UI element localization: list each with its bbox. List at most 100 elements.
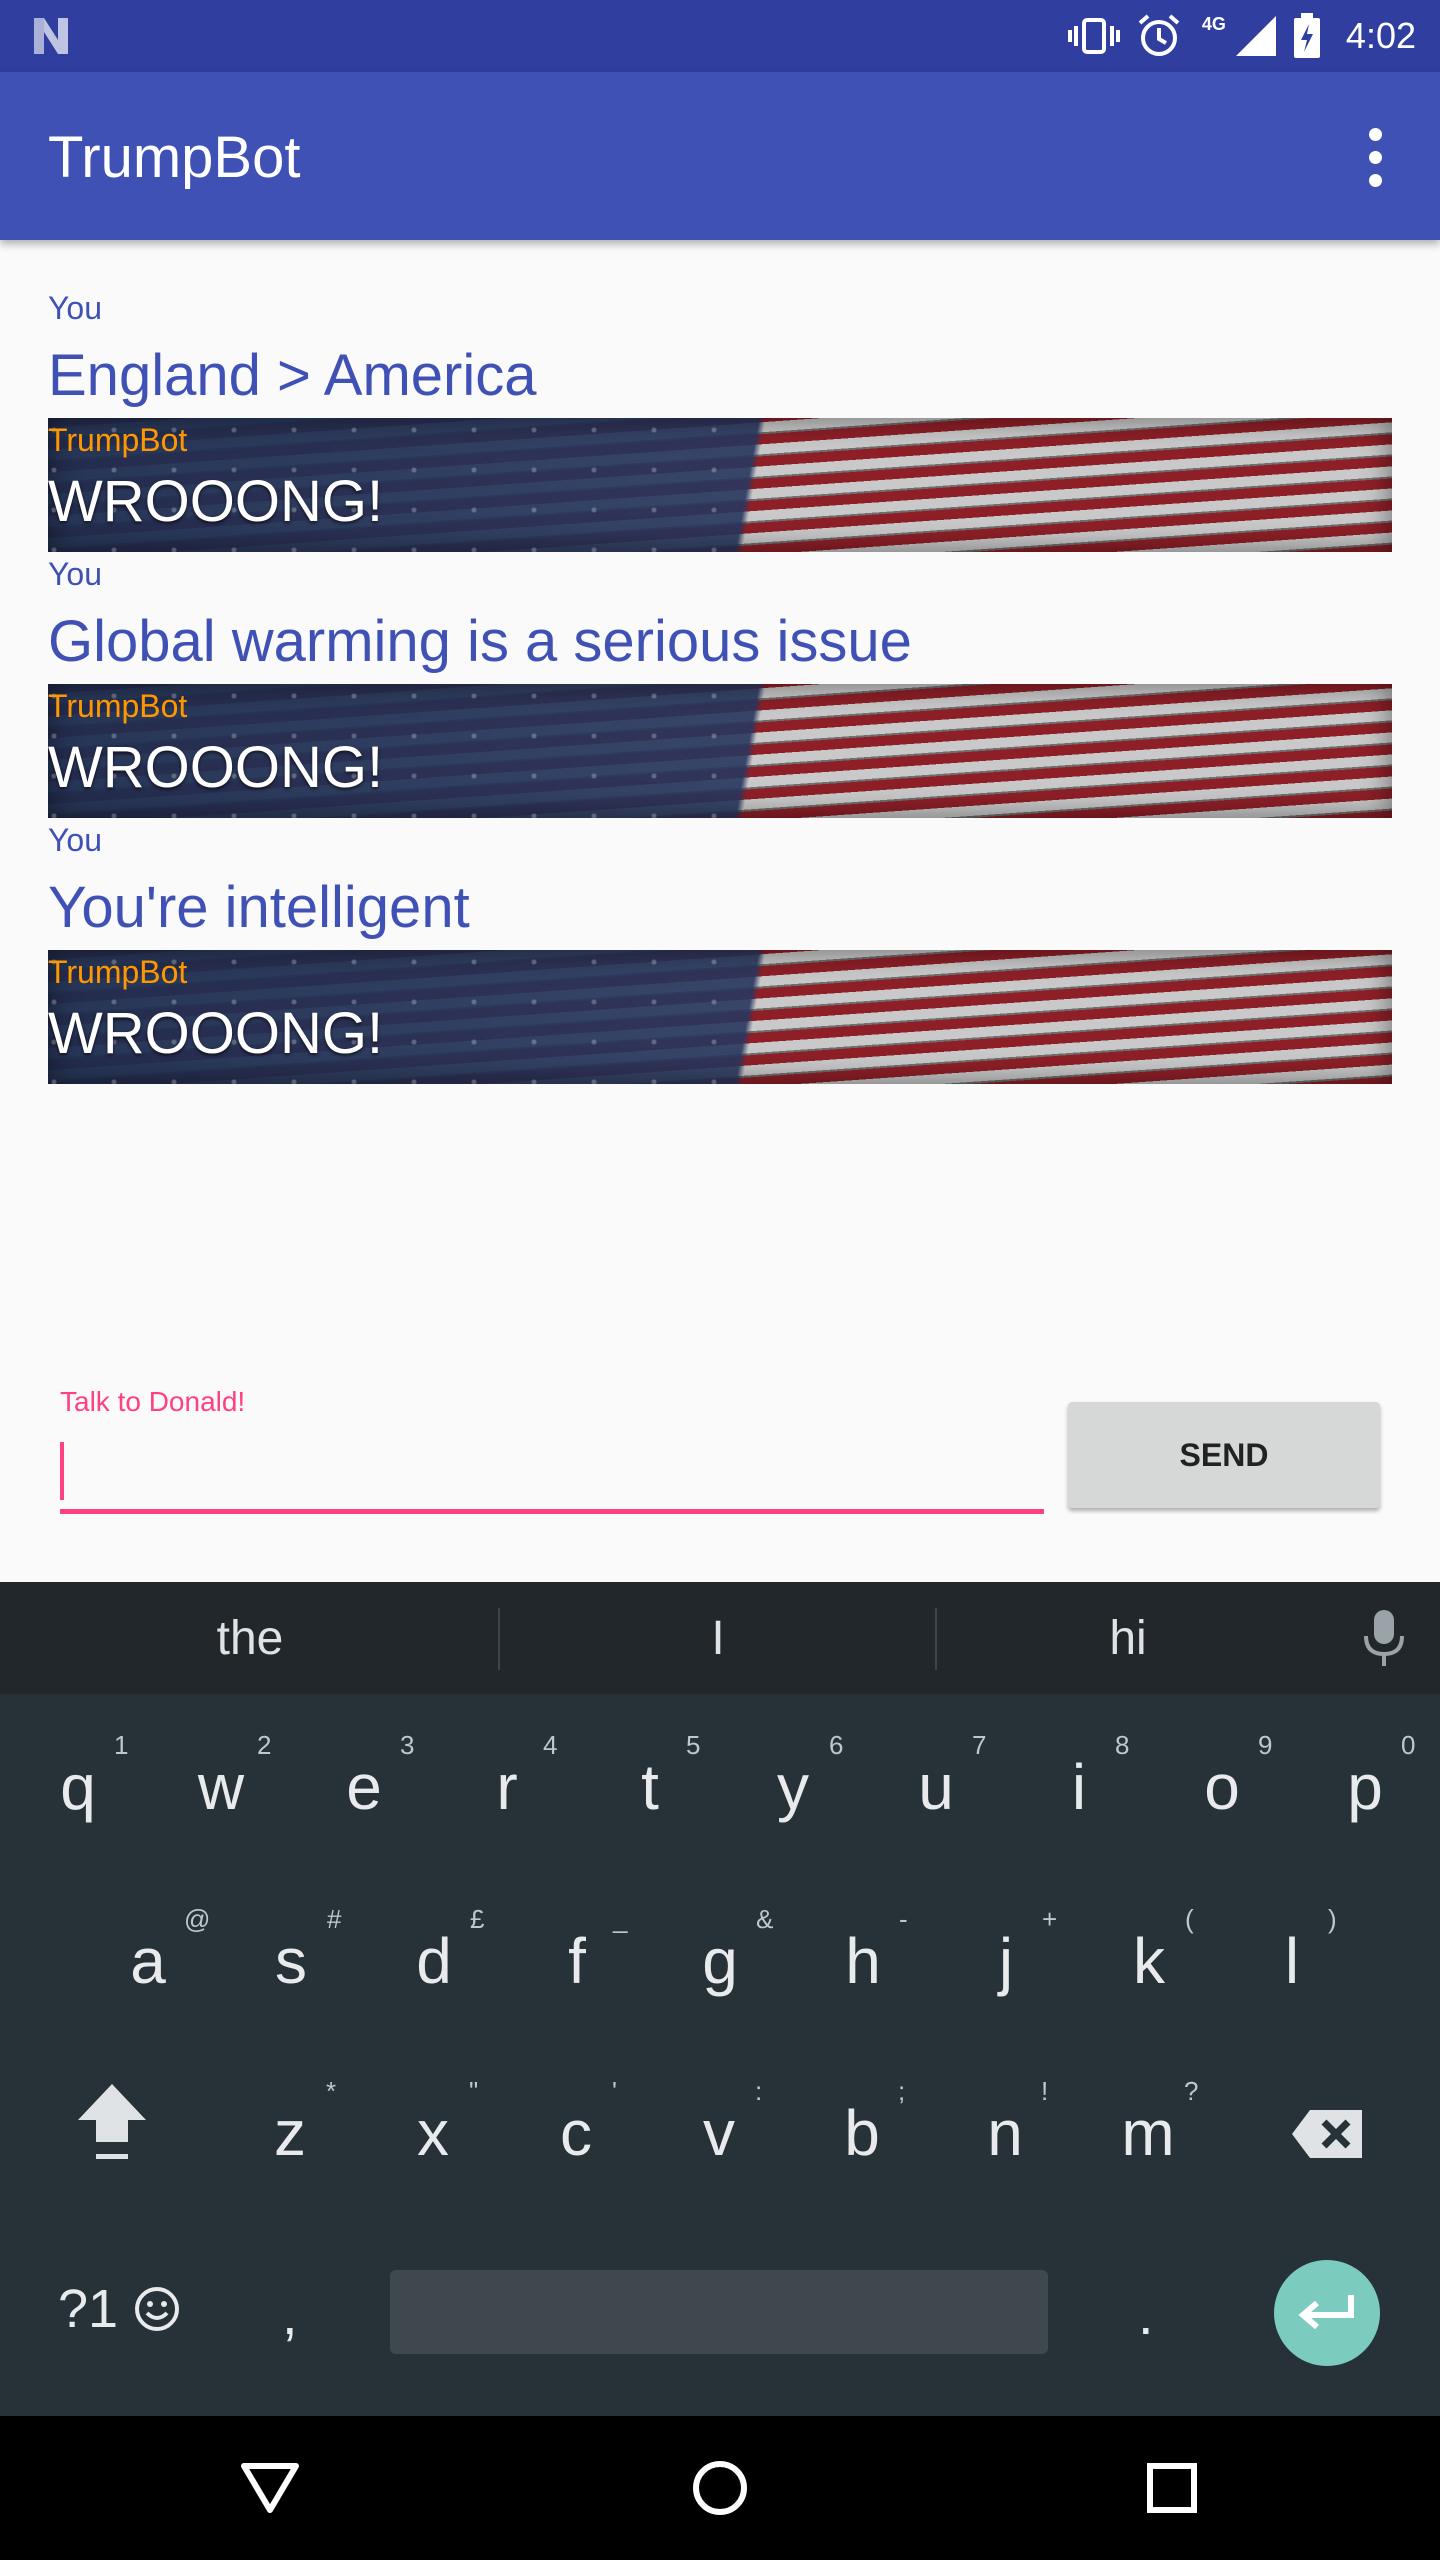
key-hint: ': [612, 2076, 617, 2106]
vibrate-icon: [1067, 18, 1120, 54]
key-hint: *: [326, 2076, 337, 2106]
message-sender: TrumpBot: [48, 954, 188, 990]
emoji-icon: [135, 2287, 180, 2331]
key-k[interactable]: k(: [1089, 1904, 1209, 1998]
notification-n-icon: [34, 18, 68, 54]
key-hint: !: [1041, 2076, 1049, 2106]
key-l[interactable]: l): [1232, 1904, 1352, 1998]
key-label: h: [845, 1925, 881, 1997]
status-time: 4:02: [1345, 15, 1416, 56]
message-text: WROOONG!: [48, 1001, 384, 1066]
key-label: t: [641, 1751, 659, 1823]
app-title: TrumpBot: [48, 125, 301, 190]
comma-key[interactable]: ,: [282, 2282, 298, 2347]
key-h[interactable]: h-: [803, 1904, 923, 1998]
enter-key[interactable]: [1274, 2260, 1380, 2366]
message-text: Global warming is a serious issue: [48, 609, 912, 674]
key-label: k: [1133, 1925, 1165, 1997]
signal-icon: [1235, 16, 1276, 56]
key-hint: 6: [829, 1730, 844, 1760]
key-hint: (: [1185, 1904, 1194, 1934]
key-e[interactable]: e3: [304, 1730, 424, 1824]
send-button[interactable]: SEND: [1068, 1402, 1380, 1508]
key-label: z: [274, 2097, 306, 2169]
key-v[interactable]: v:: [659, 2076, 779, 2170]
shift-key-icon[interactable]: [74, 2080, 150, 2166]
key-hint: :: [755, 2076, 763, 2106]
key-hint: ": [469, 2076, 479, 2106]
key-label: c: [560, 2097, 592, 2169]
key-s[interactable]: s #: [231, 1904, 351, 1998]
key-n[interactable]: n!: [945, 2076, 1065, 2170]
key-hint: #: [327, 1904, 342, 1934]
back-button[interactable]: [228, 2446, 312, 2530]
message-text: England > America: [48, 343, 537, 408]
home-icon: [693, 2461, 747, 2515]
overflow-menu-button[interactable]: [1330, 112, 1420, 202]
navigation-bar: [0, 2416, 1440, 2560]
status-bar: 4G 4:02: [0, 0, 1440, 72]
key-label: o: [1204, 1751, 1240, 1823]
message-sender: TrumpBot: [48, 688, 188, 724]
key-y[interactable]: y6: [733, 1730, 853, 1824]
back-icon: [241, 2463, 299, 2513]
suggestion-item[interactable]: hi: [936, 1582, 1320, 1694]
user-message: You Global warming is a serious issue: [48, 556, 1392, 684]
symbols-key[interactable]: ?1: [58, 2278, 181, 2340]
key-label: d: [416, 1925, 452, 1997]
key-x[interactable]: x ": [373, 2076, 493, 2170]
key-g[interactable]: g &: [660, 1904, 780, 1998]
message-text: WROOONG!: [48, 469, 384, 534]
suggestion-item[interactable]: the: [0, 1582, 500, 1694]
key-c[interactable]: c ': [516, 2076, 636, 2170]
period-key[interactable]: .: [1138, 2282, 1154, 2347]
key-j[interactable]: j +: [946, 1904, 1066, 1998]
key-hint: ): [1328, 1904, 1337, 1934]
key-d[interactable]: d £: [374, 1904, 494, 1998]
space-key[interactable]: [390, 2270, 1048, 2354]
key-a[interactable]: a @: [88, 1904, 210, 1998]
key-hint: 9: [1258, 1730, 1273, 1760]
key-p[interactable]: p0: [1305, 1730, 1425, 1824]
microphone-icon[interactable]: [1362, 1608, 1406, 1668]
key-hint: 5: [686, 1730, 701, 1760]
key-label: s: [275, 1925, 307, 1997]
key-hint: _: [613, 1904, 628, 1934]
key-r[interactable]: r4: [447, 1730, 567, 1824]
user-message: You You're intelligent: [48, 822, 1392, 950]
key-label: j: [998, 1925, 1014, 1997]
key-hint: ;: [898, 2076, 906, 2106]
home-button[interactable]: [678, 2446, 762, 2530]
key-i[interactable]: i8: [1019, 1730, 1139, 1824]
key-o[interactable]: o9: [1162, 1730, 1282, 1824]
key-label: n: [987, 2097, 1023, 2169]
suggestion-item[interactable]: I: [500, 1582, 936, 1694]
key-m[interactable]: m?: [1088, 2076, 1208, 2170]
message-input[interactable]: [60, 1430, 1044, 1514]
message-sender: You: [48, 556, 102, 592]
recents-button[interactable]: [1130, 2446, 1214, 2530]
key-w[interactable]: w2: [161, 1730, 281, 1824]
message-sender: You: [48, 822, 102, 858]
key-hint: 2: [257, 1730, 272, 1760]
backspace-key-icon[interactable]: [1290, 2108, 1364, 2160]
key-z[interactable]: z *: [230, 2076, 350, 2170]
key-label: u: [918, 1751, 954, 1823]
message-text: WROOONG!: [48, 735, 384, 800]
key-hint: 0: [1401, 1730, 1416, 1760]
key-t[interactable]: t5: [590, 1730, 710, 1824]
key-hint: 3: [400, 1730, 415, 1760]
key-u[interactable]: u7: [876, 1730, 996, 1824]
key-hint: +: [1042, 1904, 1058, 1934]
key-hint: ?: [1184, 2076, 1199, 2106]
key-hint: 1: [114, 1730, 129, 1760]
alarm-icon: [1138, 14, 1180, 56]
key-hint: -: [899, 1904, 908, 1934]
key-f[interactable]: f _: [517, 1904, 637, 1998]
key-label: g: [702, 1925, 738, 1997]
key-b[interactable]: b;: [802, 2076, 922, 2170]
key-label: m: [1121, 2097, 1175, 2169]
enter-icon: [1298, 2295, 1354, 2330]
recents-icon: [1147, 2463, 1197, 2513]
key-q[interactable]: q1: [18, 1730, 138, 1824]
